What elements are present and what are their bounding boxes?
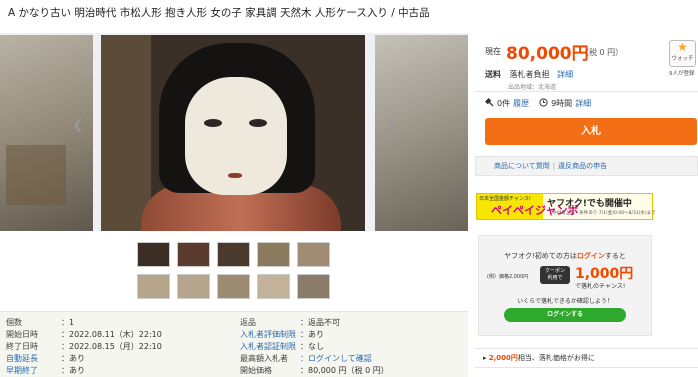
info-row-top-bidder: 最高額入札者 ：ログインして確認	[240, 354, 372, 363]
promo-headline: ヤフオク!初めての方はログインすると	[504, 252, 626, 260]
thumbnail[interactable]	[297, 274, 330, 299]
clock-icon	[539, 98, 548, 107]
watch-count: 9人が登録	[669, 71, 695, 77]
time-left: 9時間	[551, 99, 573, 108]
info-row-returns: 返品 ：返品不可	[240, 318, 340, 327]
bid-button[interactable]: 入札	[485, 118, 697, 145]
login-to-check-link[interactable]: ：ログインして確認	[300, 354, 372, 363]
thumbnail[interactable]	[177, 242, 210, 267]
current-price: 80,000円	[506, 44, 589, 64]
chevron-left-icon[interactable]: ❮	[70, 118, 86, 134]
ship-from: 出品地域：北海道	[508, 84, 557, 91]
doll-left-eye	[204, 119, 222, 127]
shipping-detail-link[interactable]: 詳細	[557, 70, 573, 79]
early-end-link[interactable]: 早期終了	[6, 365, 61, 376]
main-product-image[interactable]	[101, 35, 365, 231]
info-row-start-time: 開始日時 ：2022.08.11（木）22:10	[6, 330, 162, 339]
promo-amount: 1,000円	[575, 266, 634, 282]
first-time-promo: ヤフオク!初めての方はログインすると (例）価格2,000円 クーポン 利用で 1…	[478, 235, 652, 336]
promo-sub: で落札のチャンス!	[575, 283, 626, 290]
coupon-badge: クーポン 利用で	[540, 266, 570, 284]
divider	[475, 91, 698, 92]
thumbnail[interactable]	[137, 274, 170, 299]
info-row-early-end: 早期終了 ：あり	[6, 365, 85, 376]
savings-strip[interactable]: ▸ 2,000円相当、落札価格がお得に	[475, 348, 698, 368]
rating-limit-link[interactable]: 入札者評価制限	[240, 329, 300, 340]
shipping-row: 送料 落札者負担 詳細	[485, 69, 573, 80]
auto-extend-link[interactable]: 自動延長	[6, 353, 61, 364]
info-row-end-time: 終了日時 ：2022.08.15（月）22:10	[6, 342, 162, 351]
thumbnail[interactable]	[297, 242, 330, 267]
price-label: 現在	[485, 47, 501, 56]
doll-mouth	[228, 173, 242, 178]
chevron-right-icon[interactable]: ❯	[382, 118, 398, 134]
star-icon: ★	[677, 40, 688, 54]
auth-limit-link[interactable]: 入札者認証制限	[240, 341, 300, 352]
auction-stats: 0件 履歴 9時間 詳細	[485, 98, 591, 109]
thumbnail[interactable]	[257, 274, 290, 299]
doll-right-eye	[249, 119, 267, 127]
caret-right-icon: ▸	[483, 354, 487, 362]
banner-headline: ヤフオク!でも開催中	[547, 199, 632, 209]
auction-info-table: 個数 ：1 開始日時 ：2022.08.11（木）22:10 終了日時 ：2022.0…	[0, 311, 468, 377]
banner-dates: ※付与上限・条件あり 7/1(金)0:00〜8/31(水)まで	[553, 211, 656, 216]
page-title: A かなり古い 明治時代 市松人形 抱き人形 女の子 家具調 天然木 人形ケース…	[8, 7, 430, 19]
shipping-value: 落札者負担	[509, 70, 550, 79]
savings-text: 相当、落札価格がお得に	[517, 354, 595, 362]
promo-example: (例）価格2,000円	[487, 274, 529, 280]
price-tax: （税 0 円）	[581, 48, 624, 57]
info-row-start-price: 開始価格 ：80,000 円（税 0 円）	[240, 366, 389, 375]
paypay-jumbo-banner[interactable]: 日本全国金額チャンス! ペイペイジャンボ ヤフオク!でも開催中 ※付与上限・条件…	[476, 193, 656, 220]
info-row-rating-limit: 入札者評価制限 ：あり	[240, 329, 324, 340]
ask-question-link[interactable]: 商品について質問	[494, 162, 550, 170]
qa-bar: 商品について質問 | 違反商品の申告	[475, 156, 698, 176]
thumbnail[interactable]	[217, 242, 250, 267]
info-row-auto-extend: 自動延長 ：あり	[6, 353, 85, 364]
watch-button[interactable]: ★ ウォッチ	[669, 40, 696, 67]
watch-label: ウォッチ	[671, 56, 694, 62]
time-detail-link[interactable]: 詳細	[575, 99, 591, 108]
thumbnail[interactable]	[137, 242, 170, 267]
thumbnail[interactable]	[177, 274, 210, 299]
bid-history-link[interactable]: 履歴	[513, 99, 529, 108]
background-wood	[101, 35, 151, 231]
savings-amount: 2,000円	[488, 354, 518, 362]
gavel-icon	[485, 98, 494, 107]
login-button[interactable]: ログインする	[504, 308, 626, 322]
shipping-label: 送料	[485, 70, 501, 79]
thumbnail[interactable]	[217, 274, 250, 299]
banner-jumbo-badge: 日本全国金額チャンス! ペイペイジャンボ	[477, 194, 579, 219]
info-row-quantity: 個数 ：1	[6, 318, 75, 327]
promo-ask: いくらで落札できるか確認しよう！	[517, 298, 613, 305]
bid-count: 0件	[497, 99, 511, 108]
report-listing-link[interactable]: 違反商品の申告	[558, 162, 607, 170]
thumbnail[interactable]	[257, 242, 290, 267]
info-row-auth-limit: 入札者認証制限 ：なし	[240, 341, 324, 352]
